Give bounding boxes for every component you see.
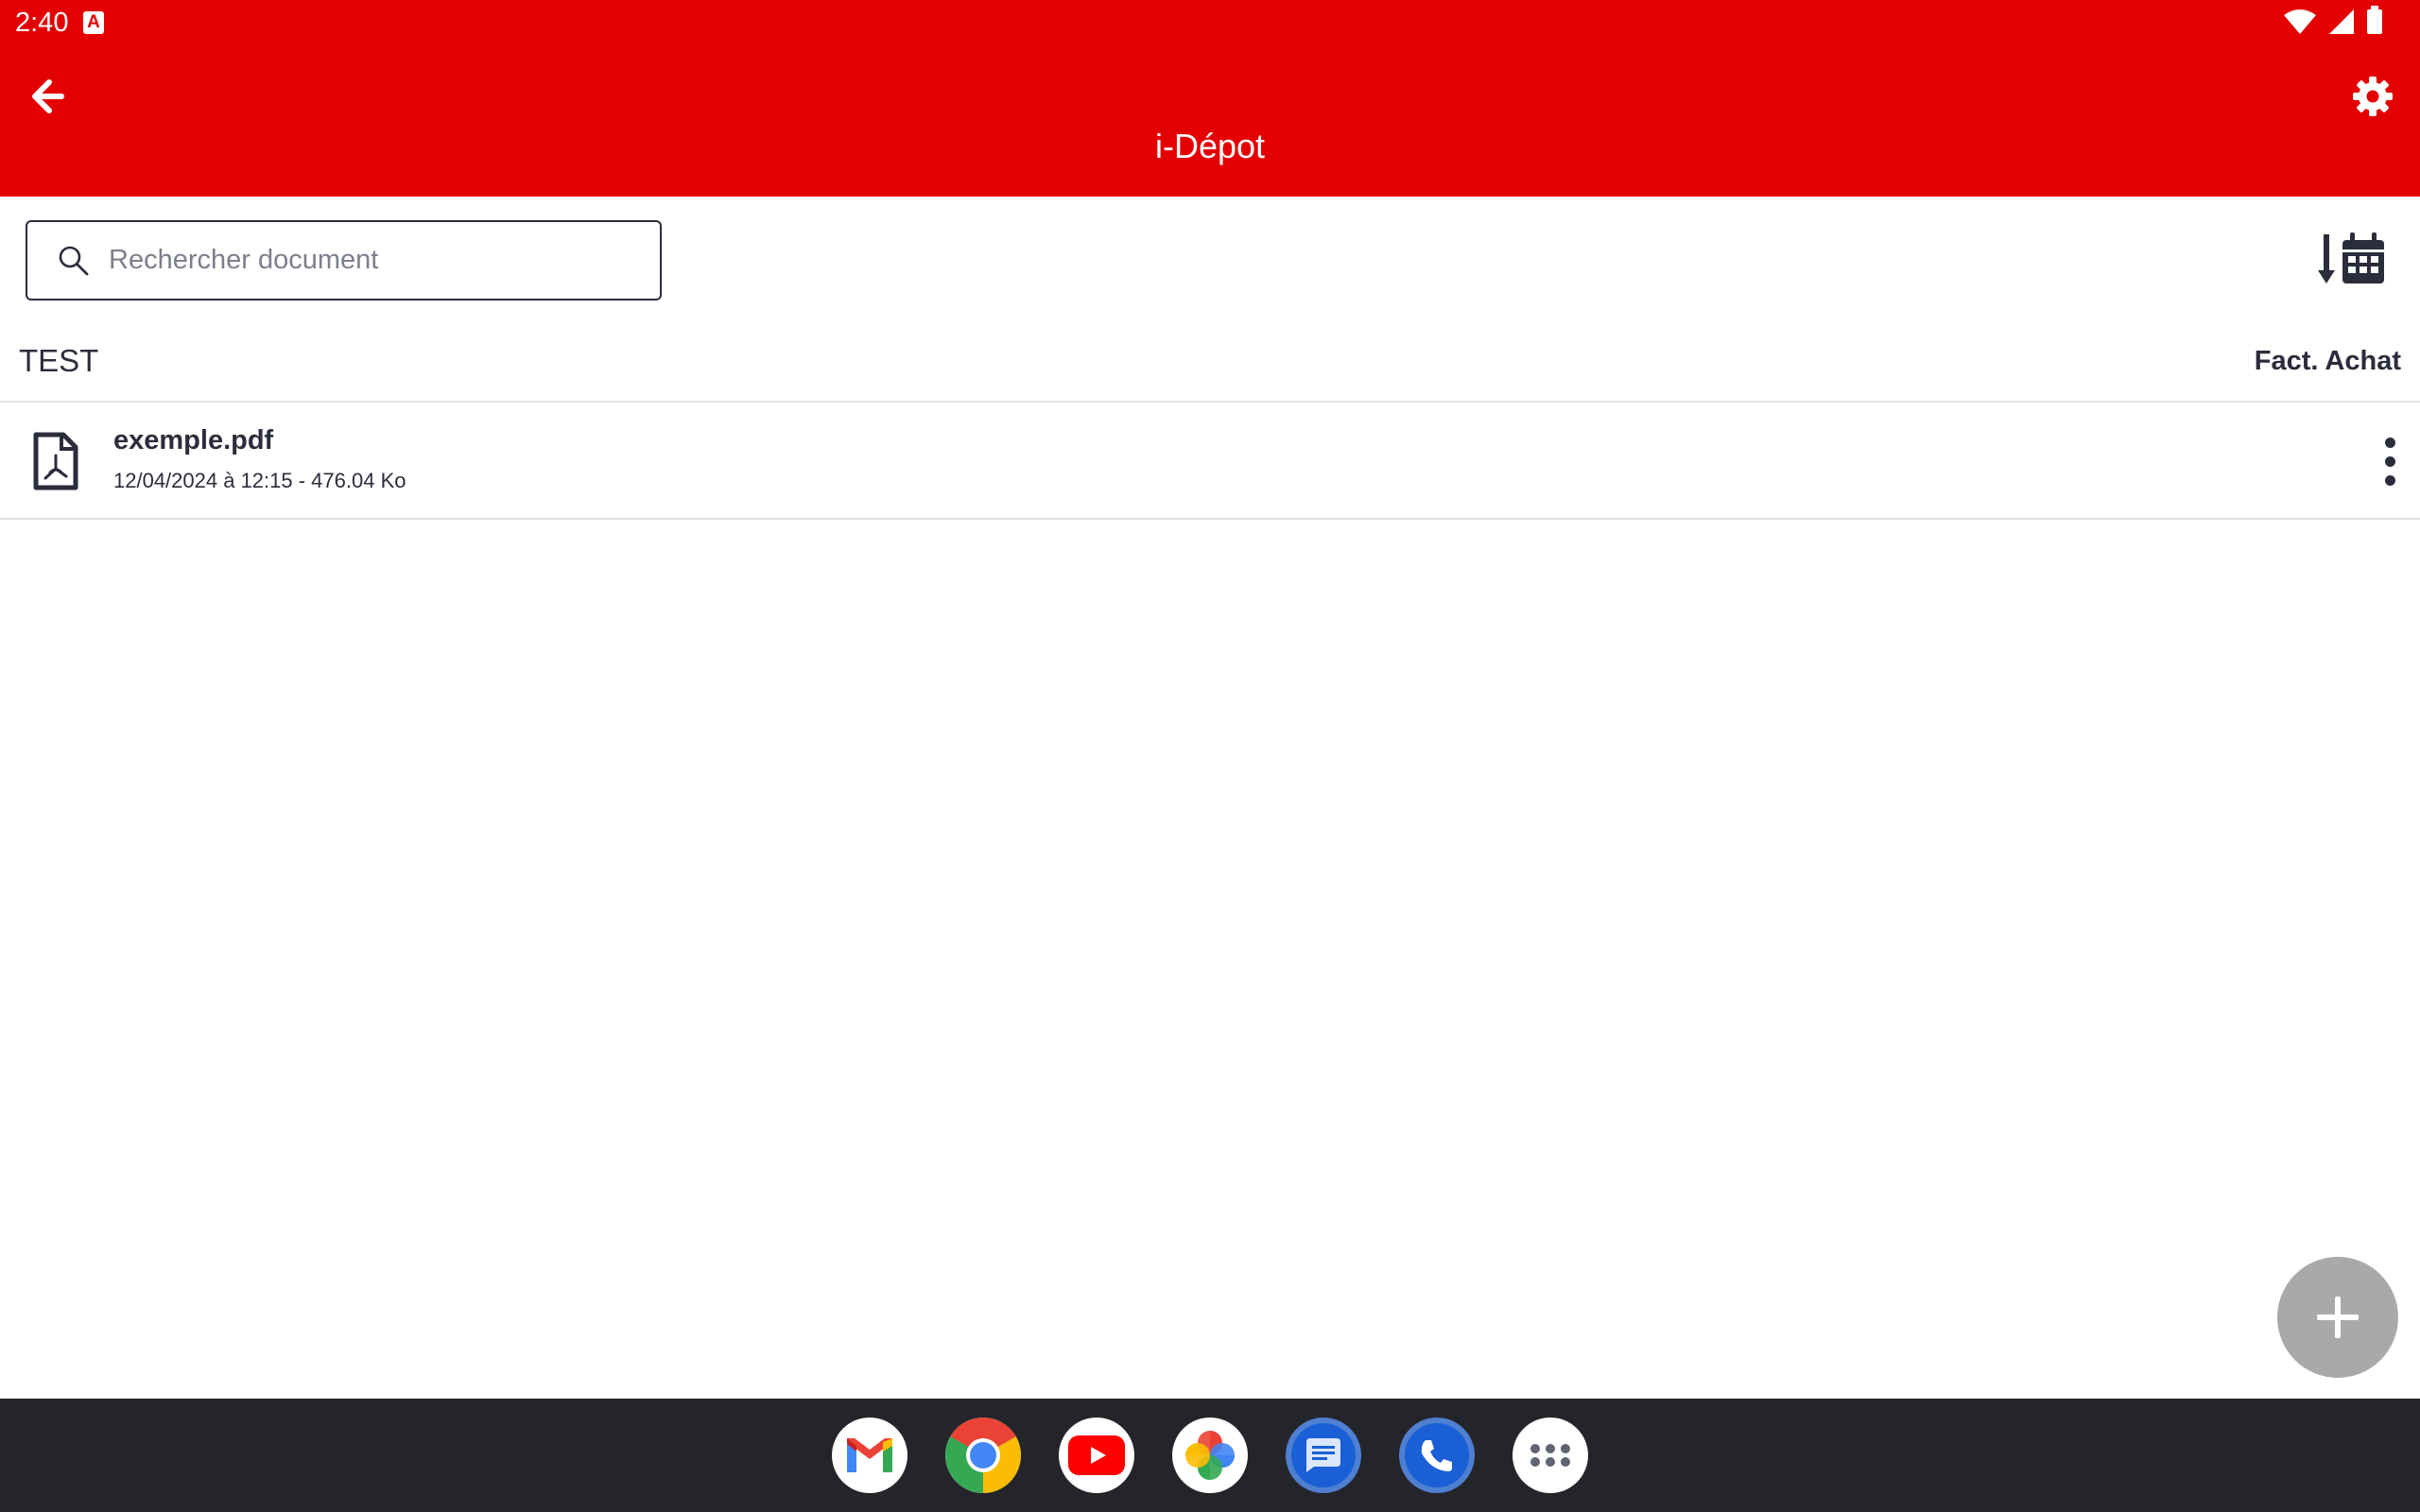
arrow-left-icon (32, 79, 64, 113)
dock (0, 1399, 2420, 1512)
battery-icon (2367, 6, 2382, 34)
back-button[interactable] (21, 70, 74, 123)
chrome-icon[interactable] (945, 1418, 1021, 1493)
document-meta: 12/04/2024 à 12:15 - 476.04 Ko (113, 469, 406, 492)
signal-icon (2329, 9, 2354, 34)
page-title: i-Dépot (1154, 127, 1266, 165)
plus-icon (2317, 1297, 2359, 1338)
wifi-icon (2284, 9, 2316, 34)
screen: 2:40 A i-Dépot Rechercher document TEST … (0, 0, 2420, 1512)
folder-category: Fact. Achat (2254, 346, 2401, 376)
youtube-icon[interactable] (1059, 1418, 1134, 1493)
gmail-icon[interactable] (832, 1418, 908, 1493)
sort-by-date-icon[interactable] (2318, 231, 2390, 291)
folder-name: TEST (19, 343, 99, 378)
add-document-button[interactable] (2277, 1257, 2398, 1378)
phone-icon[interactable] (1399, 1418, 1475, 1493)
app-notification-icon (83, 11, 104, 34)
messages-icon[interactable] (1286, 1418, 1361, 1493)
status-icons (2284, 6, 2382, 34)
pdf-file-icon (33, 432, 78, 490)
gear-icon (2353, 77, 2393, 116)
photos-icon[interactable] (1172, 1418, 1248, 1493)
search-field[interactable] (26, 220, 662, 301)
document-name: exemple.pdf (113, 425, 274, 455)
search-input[interactable] (109, 245, 638, 276)
status-time: 2:40 (15, 8, 69, 38)
settings-button[interactable] (2346, 70, 2399, 123)
search-icon (59, 246, 89, 275)
document-row[interactable]: exemple.pdf 12/04/2024 à 12:15 - 476.04 … (0, 403, 2420, 520)
more-options-icon[interactable] (2371, 433, 2409, 490)
app-bar: 2:40 A i-Dépot (0, 0, 2420, 197)
app-drawer-icon[interactable] (1512, 1418, 1588, 1493)
